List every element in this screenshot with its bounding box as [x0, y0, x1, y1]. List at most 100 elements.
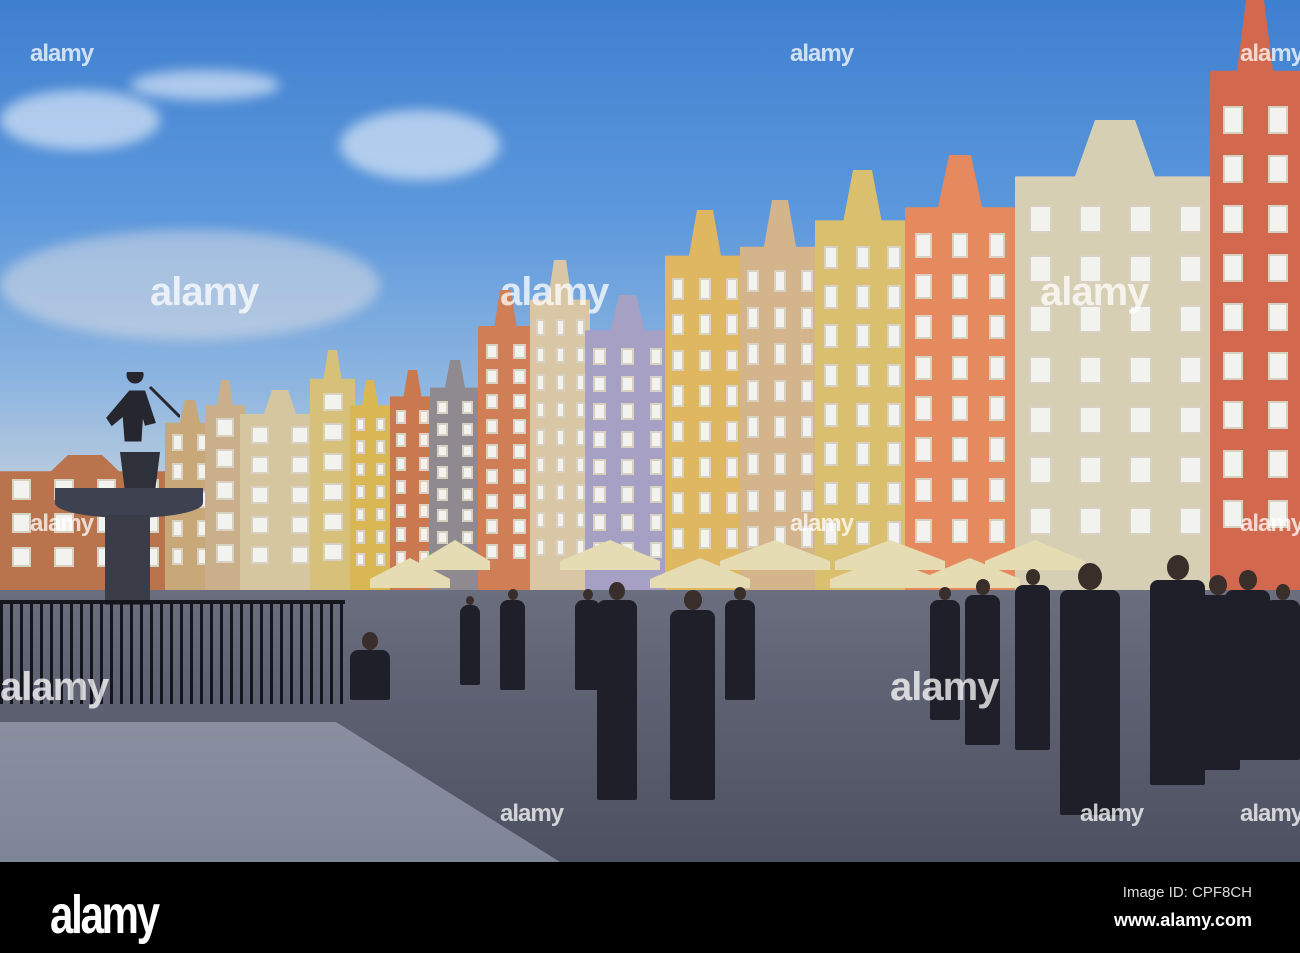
window	[575, 511, 585, 529]
window	[800, 306, 813, 329]
person	[350, 632, 390, 700]
window	[555, 319, 565, 336]
window	[1222, 302, 1243, 331]
person	[460, 596, 480, 685]
window	[988, 437, 1006, 462]
window	[855, 284, 870, 309]
window	[251, 486, 270, 504]
window	[887, 245, 902, 270]
window	[575, 429, 585, 446]
window	[887, 363, 902, 388]
watermark: alamy	[30, 40, 94, 67]
window	[592, 514, 606, 531]
window	[699, 385, 712, 407]
window	[1179, 355, 1202, 384]
window	[555, 429, 565, 446]
head	[975, 579, 990, 595]
building	[665, 210, 745, 590]
window	[725, 314, 738, 336]
window	[575, 456, 585, 474]
window	[555, 346, 565, 364]
window	[1179, 254, 1202, 283]
window	[1222, 155, 1243, 184]
window	[621, 431, 635, 448]
window	[485, 394, 499, 409]
site-url[interactable]: www.alamy.com	[1114, 910, 1252, 931]
watermark: alamy	[0, 665, 109, 709]
window	[251, 546, 270, 564]
window	[535, 456, 545, 474]
watermark: alamy	[30, 510, 94, 537]
window	[437, 466, 449, 480]
window	[535, 511, 545, 529]
person	[1265, 584, 1300, 760]
window	[1129, 406, 1152, 435]
window	[535, 429, 545, 446]
window	[592, 375, 606, 393]
window	[485, 369, 499, 384]
window	[988, 477, 1006, 503]
watermark: alamy	[1240, 800, 1300, 827]
window	[462, 401, 474, 415]
window	[725, 527, 738, 550]
window	[555, 484, 565, 501]
window	[621, 348, 635, 365]
window	[747, 526, 760, 549]
window	[649, 514, 663, 531]
window	[800, 379, 813, 402]
window	[774, 489, 787, 512]
watermark: alamy	[500, 800, 564, 827]
window	[418, 527, 429, 542]
window	[11, 513, 32, 534]
window	[988, 274, 1006, 299]
window	[592, 458, 606, 476]
window	[575, 484, 585, 501]
window	[322, 513, 343, 532]
window	[216, 480, 235, 500]
building	[350, 380, 390, 590]
window	[437, 487, 449, 501]
window	[535, 539, 545, 556]
window	[462, 530, 474, 544]
window	[322, 543, 343, 562]
window	[1267, 352, 1288, 381]
window	[418, 433, 429, 448]
window	[951, 314, 969, 340]
window	[823, 363, 839, 388]
window	[887, 403, 902, 427]
person	[1225, 569, 1270, 760]
window	[1029, 456, 1052, 485]
window	[1222, 204, 1243, 233]
window	[951, 274, 969, 299]
window	[396, 527, 407, 542]
window	[699, 527, 712, 550]
window	[462, 422, 474, 436]
window	[322, 483, 343, 502]
window	[855, 245, 870, 270]
window	[485, 469, 499, 484]
window	[418, 456, 429, 471]
window	[535, 346, 545, 364]
window	[747, 489, 760, 512]
window	[322, 393, 343, 412]
window	[462, 466, 474, 480]
window	[1222, 106, 1243, 135]
window	[699, 456, 712, 478]
window	[355, 462, 365, 477]
window	[951, 396, 969, 421]
person	[575, 588, 600, 690]
watermark: alamy	[1040, 270, 1149, 314]
window	[355, 417, 365, 432]
window	[1267, 253, 1288, 282]
window	[747, 270, 760, 293]
window	[915, 518, 932, 544]
window	[575, 346, 585, 364]
window	[322, 453, 343, 472]
window	[485, 494, 499, 509]
window	[855, 521, 870, 545]
window	[1267, 155, 1288, 184]
window	[462, 509, 474, 523]
window	[823, 284, 839, 309]
window	[375, 485, 385, 499]
window	[355, 507, 365, 522]
